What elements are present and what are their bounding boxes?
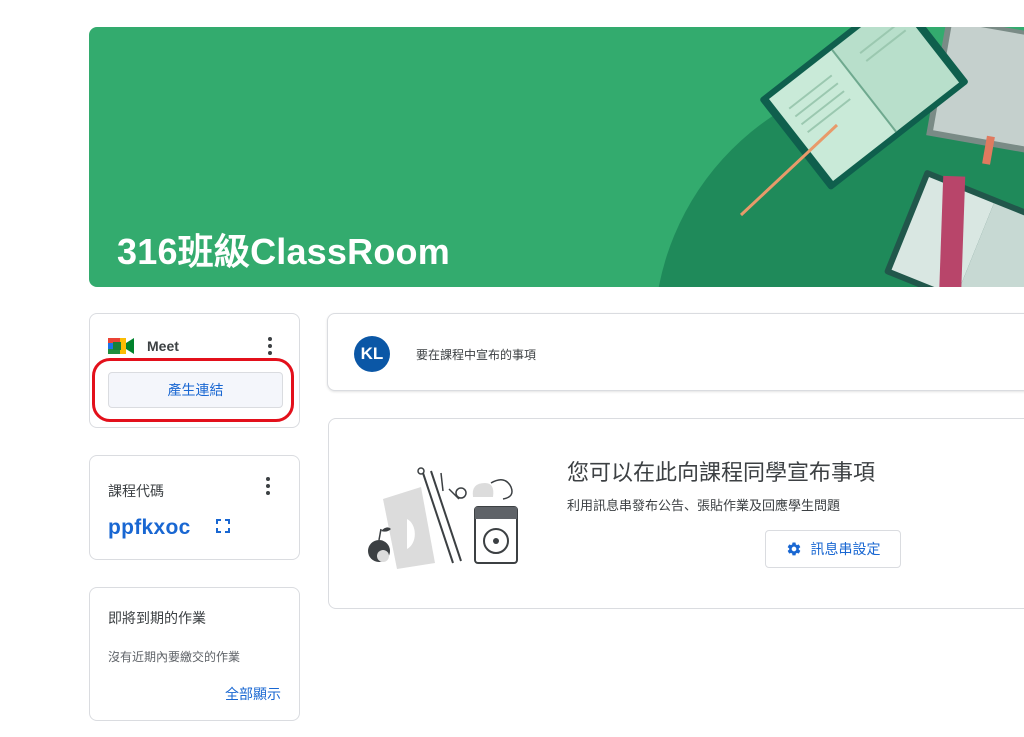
google-meet-icon	[108, 338, 134, 354]
stream-empty-illustration	[368, 467, 518, 569]
avatar: KL	[354, 336, 390, 372]
meet-more-vert-icon[interactable]	[260, 334, 280, 358]
upcoming-work-card: 即將到期的作業 沒有近期內要繳交的作業 全部顯示	[89, 587, 300, 721]
class-code-more-vert-icon[interactable]	[258, 474, 278, 498]
announcement-prompt: 要在課程中宣布的事項	[416, 348, 537, 362]
gear-icon	[787, 542, 800, 556]
generate-link-button[interactable]: 產生連結	[108, 372, 283, 408]
stream-settings-button[interactable]: 訊息串設定	[765, 530, 901, 568]
fullscreen-icon[interactable]	[216, 519, 230, 533]
upcoming-work-empty-text: 沒有近期內要繳交的作業	[108, 650, 241, 664]
announcement-composer[interactable]: KL 要在課程中宣布的事項	[327, 313, 1024, 391]
view-all-link[interactable]: 全部顯示	[225, 684, 281, 704]
stream-settings-label: 訊息串設定	[810, 541, 881, 557]
stream-empty-subtext: 利用訊息串發布公告、張貼作業及回應學生問題	[567, 498, 841, 513]
meet-title: Meet	[147, 338, 179, 354]
class-code-value: ppfkxoc	[108, 516, 191, 539]
class-title: 316班級ClassRoom	[117, 231, 450, 272]
class-banner: 316班級ClassRoom	[89, 27, 1024, 287]
stream-empty-state-card: 您可以在此向課程同學宣布事項 利用訊息串發布公告、張貼作業及回應學生問題 訊息串…	[328, 418, 1024, 609]
class-code-card: 課程代碼 ppfkxoc	[89, 455, 300, 560]
meet-card: Meet 產生連結	[89, 313, 300, 428]
stream-empty-heading: 您可以在此向課程同學宣布事項	[567, 460, 876, 485]
upcoming-work-title: 即將到期的作業	[108, 610, 206, 626]
class-code-label: 課程代碼	[108, 483, 164, 499]
